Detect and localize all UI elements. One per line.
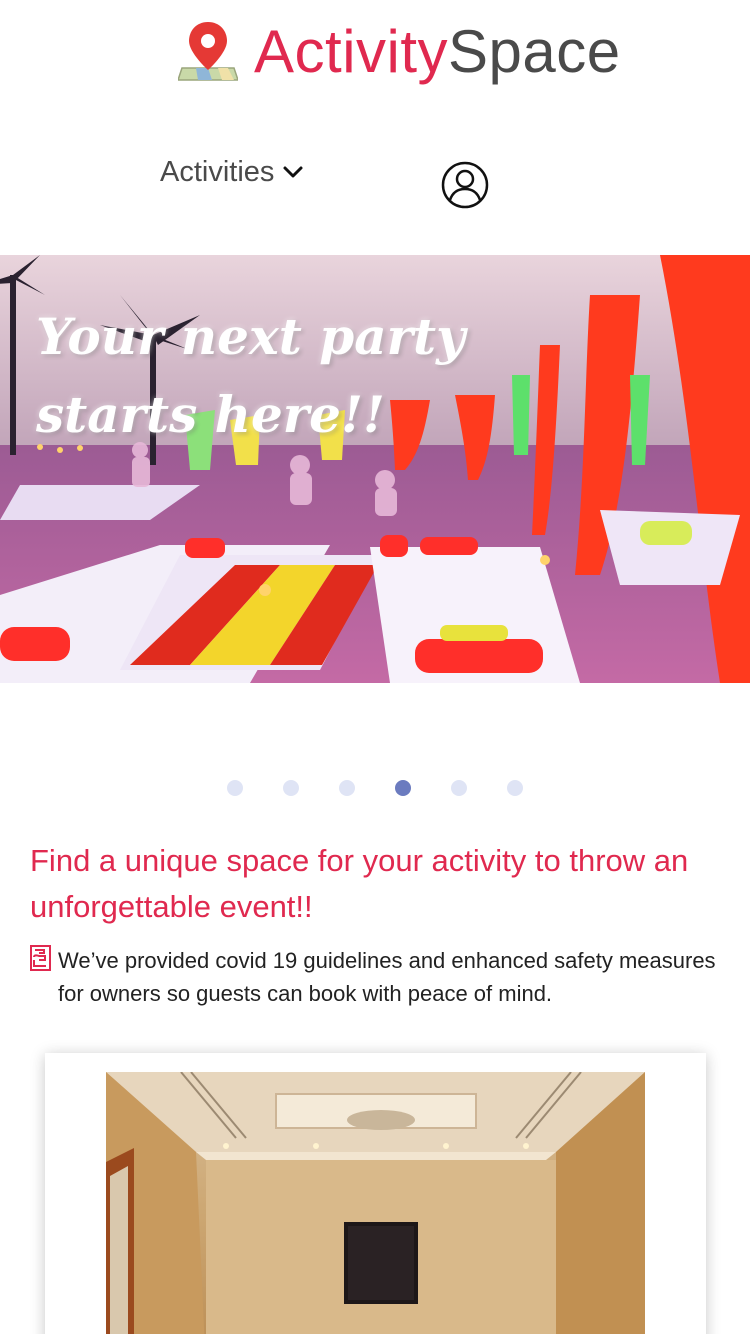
logo[interactable]: ActivitySpace bbox=[178, 12, 621, 92]
section-headline: Find a unique space for your activity to… bbox=[30, 843, 689, 924]
covid-note: We’ve provided covid 19 guidelines and e… bbox=[30, 944, 720, 1010]
hero-caption-line2: starts here!! bbox=[36, 385, 385, 444]
carousel-dot-3[interactable] bbox=[339, 780, 355, 796]
map-pin-icon bbox=[178, 22, 238, 81]
page: ActivitySpace Activities Your next party… bbox=[0, 0, 750, 1334]
hand-sanitizer-icon bbox=[30, 945, 51, 971]
carousel-indicators bbox=[227, 780, 523, 796]
hero-banner[interactable]: Your next party starts here!! bbox=[0, 255, 750, 683]
carousel-dot-2[interactable] bbox=[283, 780, 299, 796]
brand-name-part2: Space bbox=[448, 18, 621, 85]
carousel-dot-4-active[interactable] bbox=[395, 780, 411, 796]
hero-caption-line1: Your next party bbox=[36, 307, 466, 366]
activities-dropdown[interactable]: Activities bbox=[160, 152, 304, 192]
listing-image bbox=[106, 1072, 645, 1334]
covid-note-text: We’ve provided covid 19 guidelines and e… bbox=[58, 948, 716, 1006]
listing-card[interactable] bbox=[45, 1053, 706, 1334]
activities-label: Activities bbox=[160, 155, 275, 188]
brand-name-part1: Activity bbox=[254, 18, 449, 85]
room-illustration bbox=[106, 1072, 645, 1334]
chevron-down-icon bbox=[283, 166, 303, 178]
carousel-dot-6[interactable] bbox=[507, 780, 523, 796]
carousel-dot-5[interactable] bbox=[451, 780, 467, 796]
brand-name: ActivitySpace bbox=[254, 12, 621, 92]
user-circle-icon[interactable] bbox=[441, 161, 489, 209]
hero-caption: Your next party starts here!! bbox=[36, 298, 496, 454]
carousel-dot-1[interactable] bbox=[227, 780, 243, 796]
